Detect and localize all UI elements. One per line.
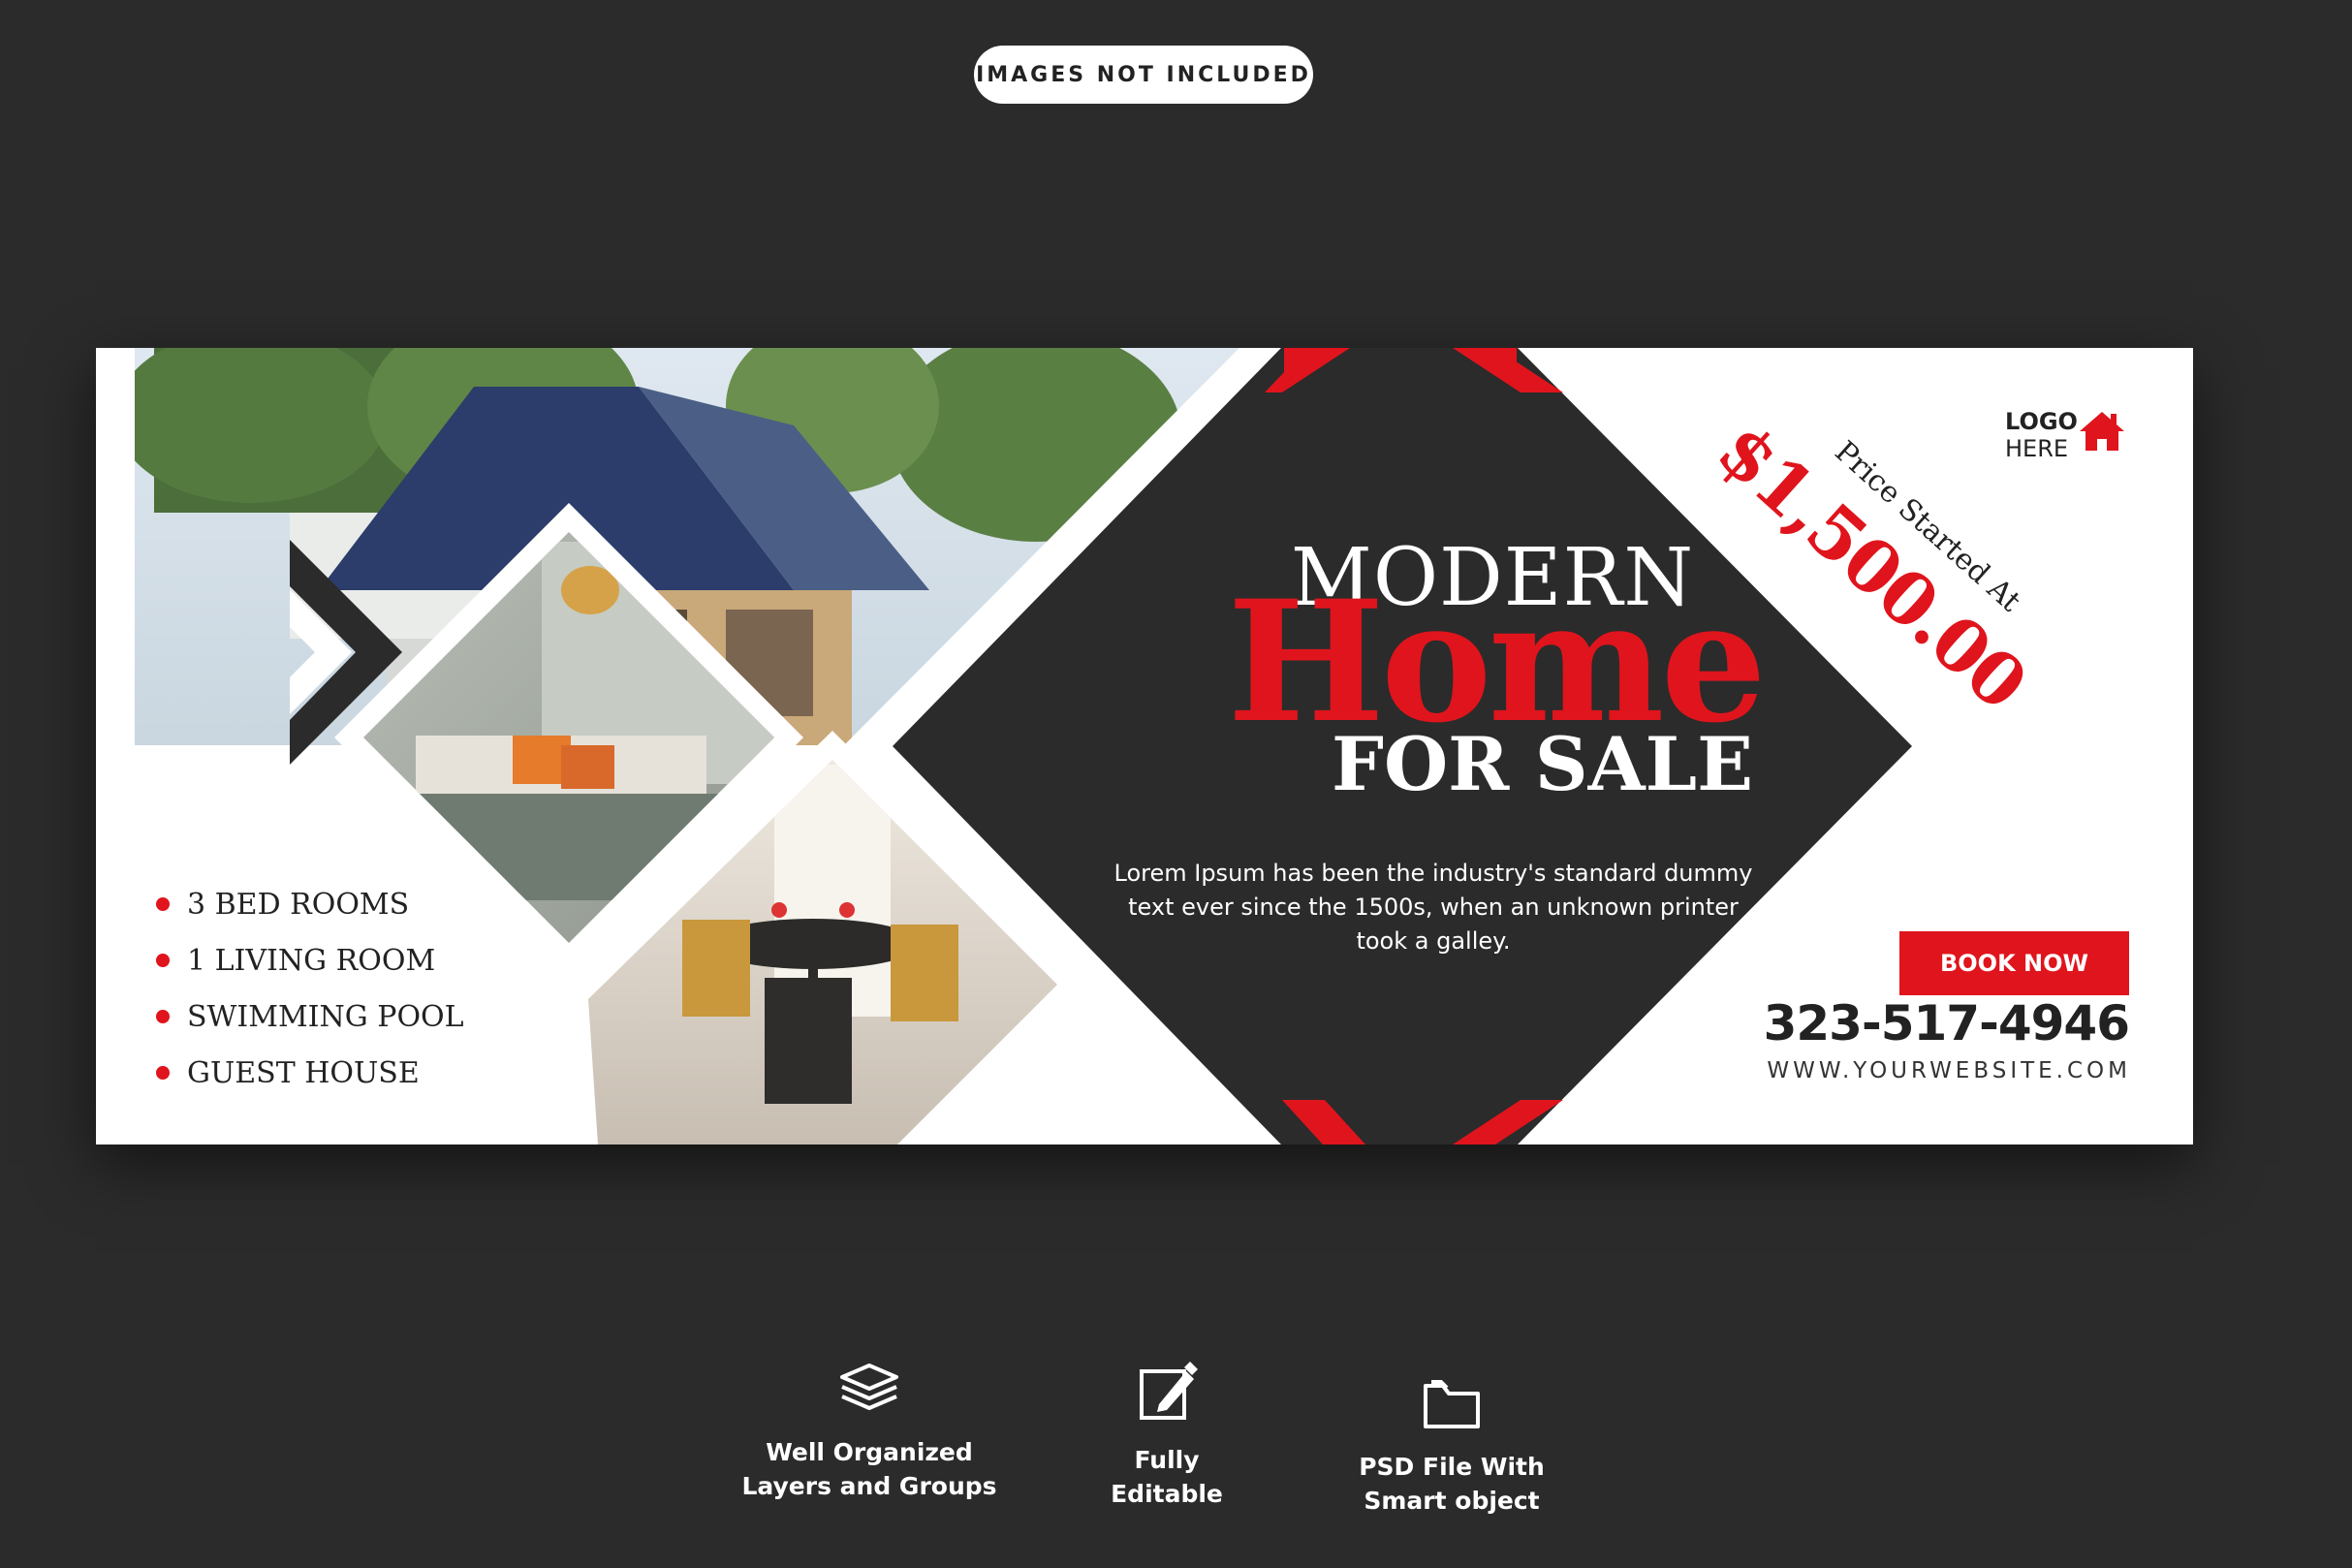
feature-label: SWIMMING POOL xyxy=(187,999,464,1034)
folder-icon xyxy=(1424,1380,1480,1428)
feature-caption-line-1: PSD File With xyxy=(1359,1453,1545,1481)
logo-line-1: LOGO xyxy=(2005,408,2078,435)
house-icon xyxy=(2080,412,2124,451)
phone-number: 323-517-4946 xyxy=(1763,995,2130,1051)
bullet-dot xyxy=(156,954,170,967)
layers-icon xyxy=(840,1364,898,1410)
list-item: 1 LIVING ROOM xyxy=(156,932,464,988)
feature-caption-line-2: Layers and Groups xyxy=(741,1472,997,1500)
banner-description: Lorem Ipsum has been the industry's stan… xyxy=(1113,860,1753,955)
website-url: WWW.YOURWEBSITE.COM xyxy=(1767,1058,2131,1083)
feature-label: 1 LIVING ROOM xyxy=(187,943,436,978)
real-estate-banner: MODERN Home FOR SALE Lorem Ipsum has bee… xyxy=(96,348,2193,1145)
feature-caption-line-1: Fully xyxy=(1134,1446,1200,1474)
bullet-dot xyxy=(156,1010,170,1023)
feature-caption-line-1: Well Organized xyxy=(766,1438,973,1466)
list-item: SWIMMING POOL xyxy=(156,988,464,1045)
images-not-included-badge: IMAGES NOT INCLUDED xyxy=(974,46,1313,104)
list-item: 3 BED ROOMS xyxy=(156,876,464,932)
feature-layers: Well Organized Layers and Groups xyxy=(724,1362,1015,1503)
logo-placeholder: LOGO HERE xyxy=(2005,408,2078,462)
feature-label: GUEST HOUSE xyxy=(187,1055,420,1090)
feature-caption-line-2: Editable xyxy=(1111,1480,1223,1508)
bullet-dot xyxy=(156,897,170,911)
feature-list: 3 BED ROOMS 1 LIVING ROOM SWIMMING POOL … xyxy=(156,876,464,1101)
feature-caption-line-2: Smart object xyxy=(1364,1487,1540,1515)
feature-psd: PSD File With Smart object xyxy=(1306,1378,1597,1518)
book-now-button[interactable]: BOOK NOW xyxy=(1899,931,2129,995)
feature-label: 3 BED ROOMS xyxy=(187,887,410,922)
feature-editable: Fully Editable xyxy=(1021,1362,1312,1511)
logo-line-2: HERE xyxy=(2005,435,2069,462)
list-item: GUEST HOUSE xyxy=(156,1045,464,1101)
edit-icon xyxy=(1140,1362,1198,1420)
headline-for-sale: FOR SALE xyxy=(1332,721,1753,807)
bullet-dot xyxy=(156,1066,170,1080)
